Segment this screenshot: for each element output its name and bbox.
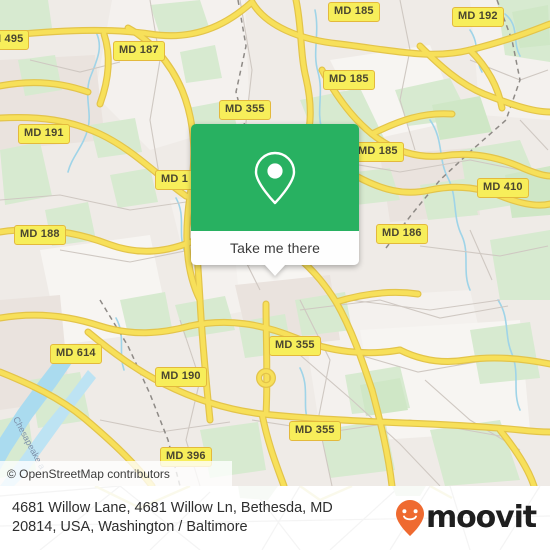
shield-md-185-right: MD 185 <box>352 142 404 162</box>
shield-md-1-hidden: MD 1 <box>155 170 195 190</box>
osm-attribution[interactable]: © OpenStreetMap contributors <box>0 461 232 486</box>
shield-md-614: MD 614 <box>50 344 102 364</box>
footer-bar: 4681 Willow Lane, 4681 Willow Ln, Bethes… <box>0 486 550 550</box>
callout-pointer <box>264 264 286 276</box>
shield-md-188: MD 188 <box>14 225 66 245</box>
take-me-there-label: Take me there <box>229 240 320 256</box>
shield-md-187: MD 187 <box>113 41 165 61</box>
address-line-1: 4681 Willow Lane, 4681 Willow Ln, Bethes… <box>12 500 333 516</box>
address-text: 4681 Willow Lane, 4681 Willow Ln, Bethes… <box>12 499 333 537</box>
shield-md-355-upper: MD 355 <box>219 100 271 120</box>
shield-md-355-lower: MD 355 <box>289 421 341 441</box>
address-line-2: 20814, USA, Washington / Baltimore <box>12 519 248 535</box>
moovit-logo[interactable]: moovit <box>395 499 537 537</box>
map-canvas[interactable]: I 495 MD 187 MD 185 MD 192 MD 185 MD 355 MD 19… <box>0 0 550 486</box>
take-me-there-button[interactable]: Take me there <box>191 231 359 265</box>
shield-md-410: MD 410 <box>477 178 529 198</box>
shield-md-186: MD 186 <box>376 224 428 244</box>
osm-attribution-text: © OpenStreetMap contributors <box>7 466 170 481</box>
shield-md-185-mid: MD 185 <box>323 70 375 90</box>
moovit-wordmark: moovit <box>425 500 537 535</box>
shield-md-355-mid: MD 355 <box>269 336 321 356</box>
moovit-pin-icon <box>395 500 424 536</box>
moovit-location-screen: I 495 MD 187 MD 185 MD 192 MD 185 MD 355 MD 19… <box>0 0 550 550</box>
shield-md-192: MD 192 <box>452 7 504 27</box>
shield-md-191: MD 191 <box>18 124 70 144</box>
map-pin-icon <box>254 151 296 204</box>
footer-content: 4681 Willow Lane, 4681 Willow Ln, Bethes… <box>0 486 550 550</box>
callout-header <box>191 124 359 231</box>
shield-md-190: MD 190 <box>155 367 207 387</box>
location-callout-card[interactable]: Take me there <box>191 124 359 276</box>
shield-i-495: I 495 <box>0 30 30 50</box>
shield-md-185-top: MD 185 <box>328 2 380 22</box>
